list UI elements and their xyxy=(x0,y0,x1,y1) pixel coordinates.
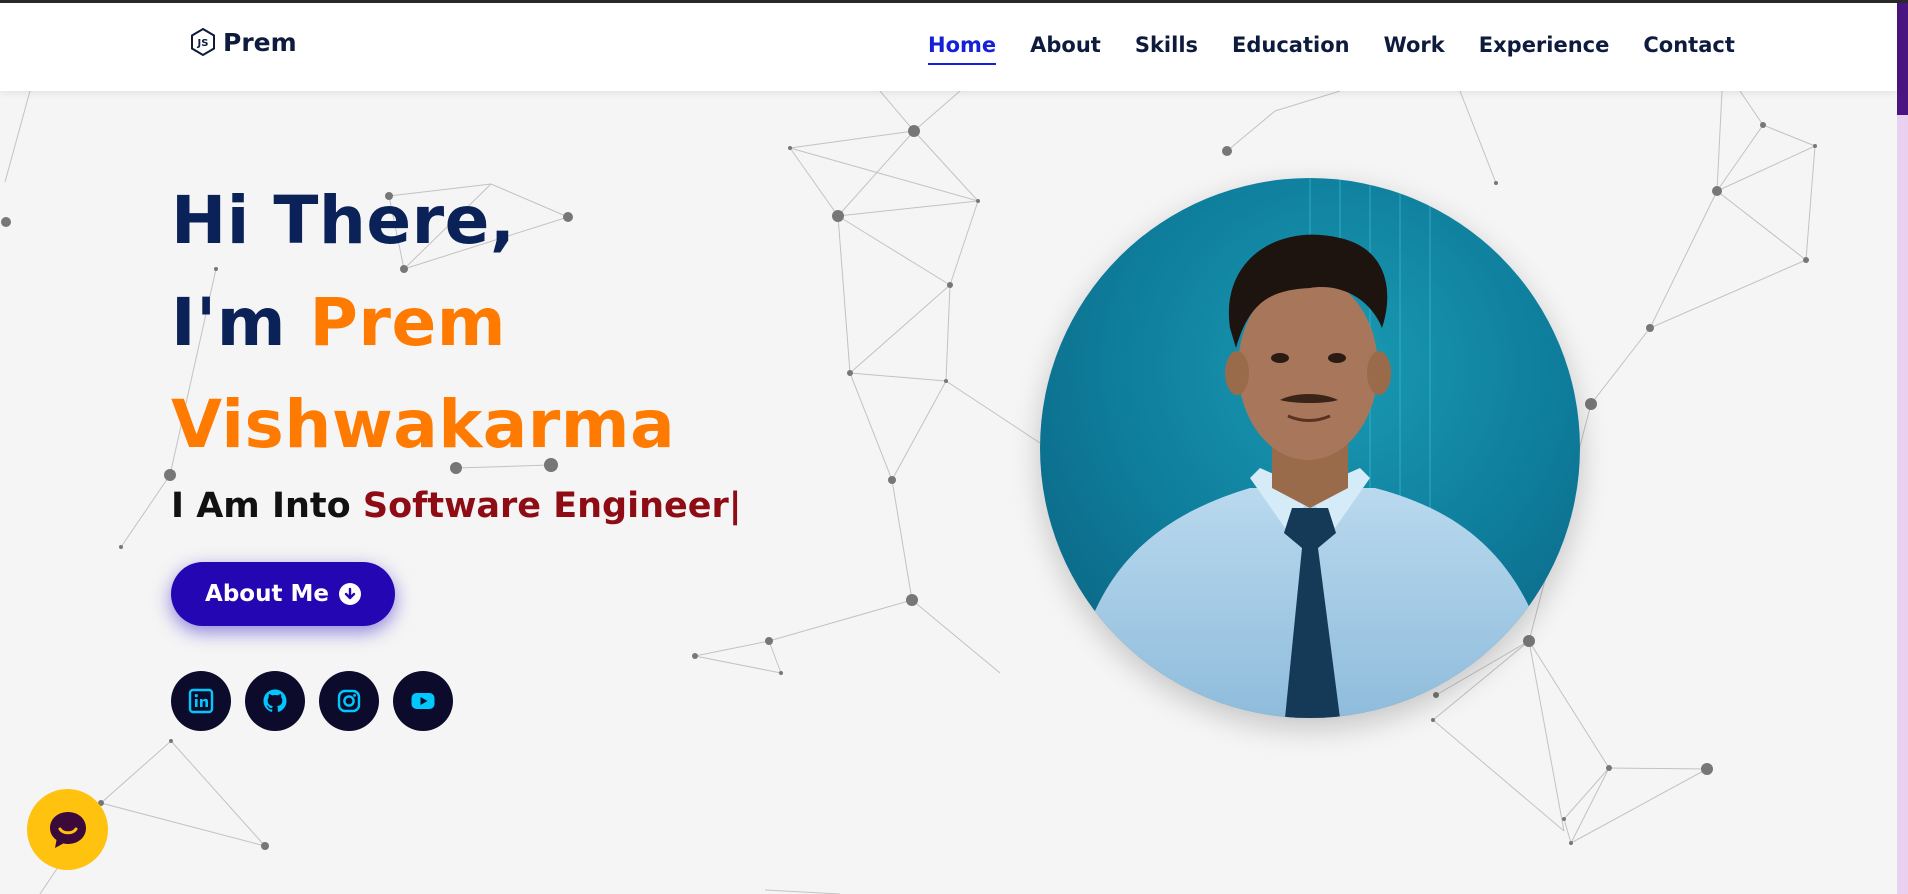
hero-section: Hi There, I'm Prem Vishwakarma I Am Into… xyxy=(171,170,742,526)
about-me-label: About Me xyxy=(205,581,329,607)
typing-caret: | xyxy=(728,486,742,526)
hero-name-line: I'm Prem xyxy=(171,272,742,374)
nodejs-hex-icon: JS xyxy=(191,27,215,57)
github-link[interactable] xyxy=(245,671,305,731)
nav-link-experience[interactable]: Experience xyxy=(1479,33,1610,65)
social-links xyxy=(171,671,453,731)
hero-typing-line: I Am Into Software Engineer| xyxy=(171,486,742,526)
hero-into-prefix: I Am Into xyxy=(171,486,351,526)
youtube-icon xyxy=(411,693,435,709)
about-me-button[interactable]: About Me xyxy=(171,562,395,626)
github-icon xyxy=(263,689,287,712)
nav-link-contact[interactable]: Contact xyxy=(1643,33,1735,65)
hero-first-name: Prem xyxy=(309,284,506,361)
profile-photo xyxy=(1040,178,1580,718)
linkedin-icon xyxy=(188,688,214,714)
scrollbar-thumb[interactable] xyxy=(1897,3,1908,115)
hero-role: Software Engineer xyxy=(362,486,729,526)
brand[interactable]: JS Prem xyxy=(189,27,297,57)
hero-im-prefix: I'm xyxy=(171,284,287,361)
linkedin-link[interactable] xyxy=(171,671,231,731)
brand-name: Prem xyxy=(223,27,297,57)
nav-link-about[interactable]: About xyxy=(1030,33,1101,65)
nav-link-education[interactable]: Education xyxy=(1232,33,1350,65)
nav-link-home[interactable]: Home xyxy=(928,33,997,65)
nav-links: Home About Skills Education Work Experie… xyxy=(928,33,1769,65)
hero-last-name: Vishwakarma xyxy=(171,386,676,463)
hero-greeting: Hi There, xyxy=(171,182,516,259)
chat-widget-button[interactable] xyxy=(27,789,108,870)
scrollbar-track[interactable] xyxy=(1897,3,1908,894)
arrow-down-circle-icon xyxy=(338,583,361,605)
chat-bubble-icon xyxy=(49,811,86,848)
navbar: JS Prem Home About Skills Education Work… xyxy=(0,3,1897,91)
profile-portrait-image xyxy=(1070,178,1560,718)
instagram-link[interactable] xyxy=(319,671,379,731)
nav-link-work[interactable]: Work xyxy=(1384,33,1445,65)
nav-link-skills[interactable]: Skills xyxy=(1135,33,1198,65)
instagram-icon xyxy=(337,689,361,713)
youtube-link[interactable] xyxy=(393,671,453,731)
svg-text:JS: JS xyxy=(197,38,209,49)
